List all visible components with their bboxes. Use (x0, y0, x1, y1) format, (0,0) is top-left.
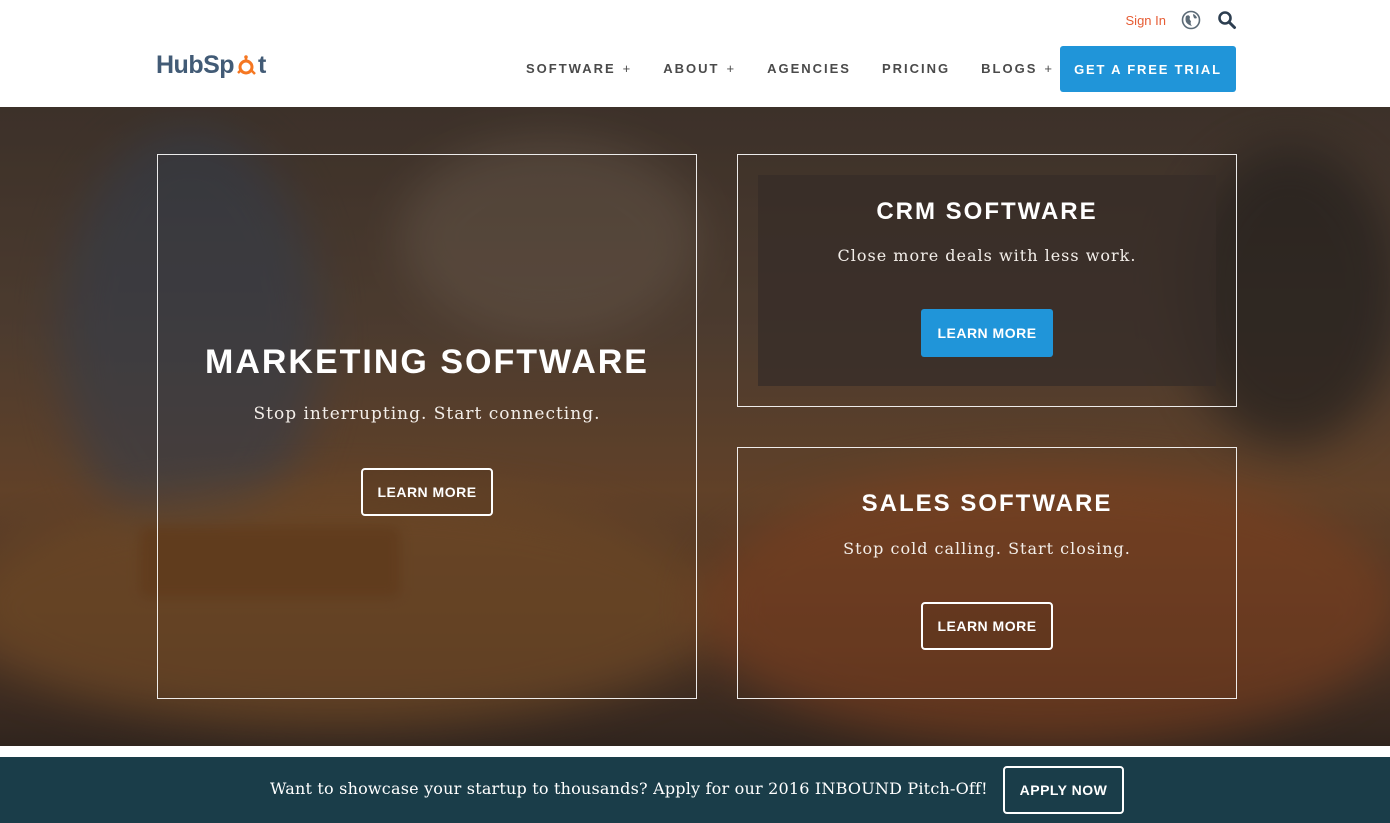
marketing-panel: MARKETING SOFTWARE Stop interrupting. St… (157, 154, 697, 699)
search-icon[interactable] (1216, 9, 1238, 31)
nav-label: BLOGS (981, 60, 1038, 76)
main-nav: SOFTWARE + ABOUT + AGENCIES PRICING BLOGS + (526, 58, 1085, 78)
hubspot-sprocket-icon (235, 55, 257, 77)
nav-item-agencies[interactable]: AGENCIES (767, 61, 851, 76)
crm-panel: CRM SOFTWARE Close more deals with less … (737, 154, 1237, 407)
expand-icon: + (726, 60, 737, 76)
apply-now-button[interactable]: APPLY NOW (1003, 766, 1124, 814)
sales-panel: SALES SOFTWARE Stop cold calling. Start … (737, 447, 1237, 699)
marketing-tagline: Stop interrupting. Start connecting. (253, 404, 601, 424)
nav-label: ABOUT (663, 60, 720, 76)
nav-item-blogs[interactable]: BLOGS + (981, 61, 1054, 76)
sales-learn-more-button[interactable]: LEARN MORE (921, 602, 1053, 650)
hubspot-logo[interactable]: HubSp t (156, 48, 266, 82)
utility-nav: Sign In (1126, 8, 1238, 32)
free-trial-button[interactable]: GET A FREE TRIAL (1060, 46, 1236, 92)
nav-label: SOFTWARE (526, 60, 616, 76)
globe-icon[interactable] (1180, 9, 1202, 31)
crm-learn-more-button[interactable]: LEARN MORE (921, 309, 1053, 357)
promo-text: Want to showcase your startup to thousan… (270, 779, 988, 798)
sign-in-link[interactable]: Sign In (1126, 13, 1166, 28)
site-header: HubSp t Sign In SOFTWARE + ABOUT + AGENC… (0, 0, 1390, 107)
expand-icon: + (1044, 60, 1054, 76)
logo-text-left: HubSp (156, 50, 235, 79)
marketing-learn-more-button[interactable]: LEARN MORE (361, 468, 493, 516)
expand-icon: + (622, 60, 633, 76)
sales-title: SALES SOFTWARE (861, 490, 1113, 517)
nav-label: AGENCIES (767, 60, 851, 76)
crm-tagline: Close more deals with less work. (837, 246, 1137, 265)
promo-banner: Want to showcase your startup to thousan… (0, 757, 1390, 823)
nav-item-pricing[interactable]: PRICING (882, 61, 950, 76)
sales-tagline: Stop cold calling. Start closing. (843, 539, 1131, 558)
hero-section: MARKETING SOFTWARE Stop interrupting. St… (0, 107, 1390, 746)
nav-item-about[interactable]: ABOUT + (663, 61, 736, 76)
marketing-title: MARKETING SOFTWARE (205, 343, 649, 381)
nav-label: PRICING (881, 60, 951, 76)
logo-text-right: t (258, 50, 266, 79)
nav-item-software[interactable]: SOFTWARE + (526, 61, 632, 76)
crm-title: CRM SOFTWARE (876, 198, 1098, 225)
